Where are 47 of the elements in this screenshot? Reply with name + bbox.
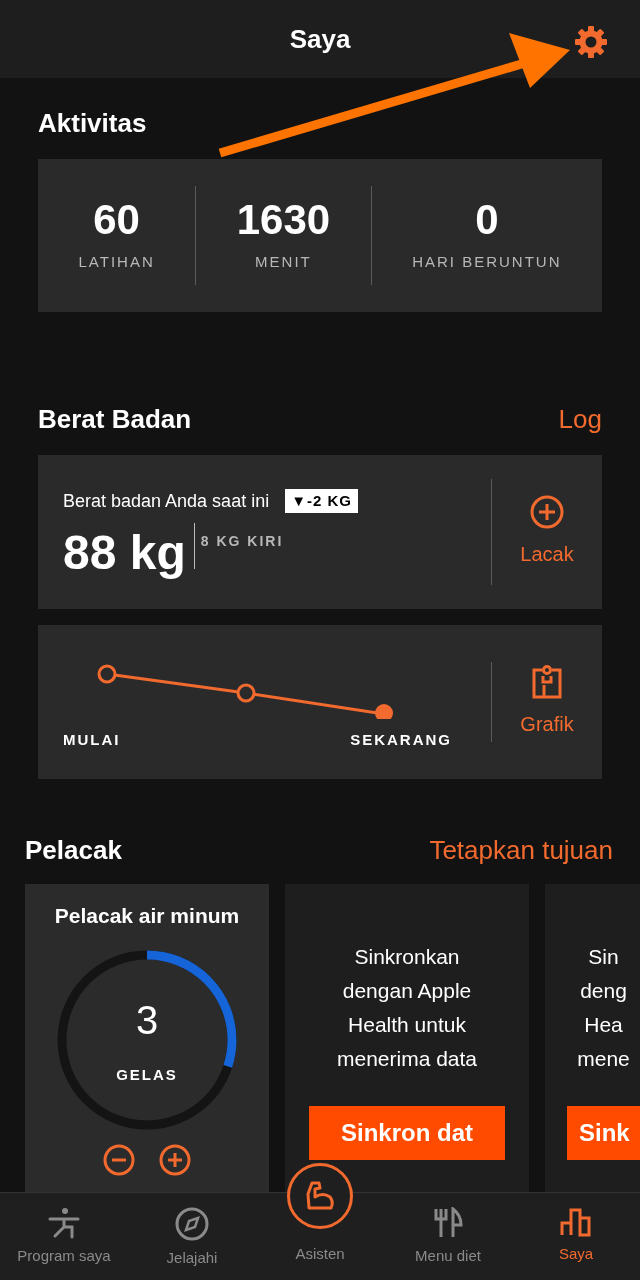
settings-icon[interactable]	[574, 25, 608, 59]
tracker-title: Pelacak air minum	[54, 903, 240, 929]
sync-text: Sinkronkan	[354, 945, 460, 968]
section-title: Aktivitas	[38, 107, 148, 140]
nav-tab[interactable]: Jelajahi	[128, 1207, 256, 1270]
glass-count: 3	[135, 1000, 159, 1041]
sync-text: Hea	[584, 1013, 623, 1036]
bar-chart-icon	[560, 1207, 592, 1237]
glass-unit: GELAS	[116, 1065, 178, 1086]
set-goal-link[interactable]: Tetapkan tujuan	[429, 831, 613, 870]
sync-text: dengan Apple	[342, 979, 472, 1002]
section-title: Pelacak	[25, 834, 122, 867]
log-link[interactable]: Log	[558, 400, 602, 439]
sync-button[interactable]: Sink	[567, 1106, 640, 1160]
sync-text: menerima data	[336, 1047, 478, 1070]
fork-knife-icon	[433, 1207, 463, 1239]
plus-circle-icon	[530, 495, 564, 529]
stat-value: 0	[474, 197, 500, 244]
nav-tab[interactable]: Asisten	[256, 1163, 384, 1266]
stat-value: 1630	[235, 197, 332, 244]
person-icon	[47, 1207, 81, 1239]
stat-label: MENIT	[254, 252, 313, 273]
weight-value: 88 kg	[63, 524, 186, 577]
sync-text: mene	[577, 1047, 630, 1070]
minus-button[interactable]	[103, 1143, 135, 1176]
start-label: MULAI	[63, 729, 121, 750]
stat-label: LATIHAN	[77, 252, 156, 273]
clipboard-icon	[532, 665, 562, 699]
plus-button[interactable]	[159, 1143, 191, 1176]
track-button[interactable]: Lacak	[492, 495, 602, 569]
nav-tab[interactable]: Saya	[512, 1207, 640, 1266]
now-label: SEKARANG	[350, 729, 452, 750]
sync-button[interactable]: Sinkron dat	[309, 1106, 505, 1160]
stat-value: 60	[92, 197, 141, 244]
stat-label: HARI BERUNTUN	[411, 252, 563, 273]
section-title: Berat Badan	[38, 403, 192, 436]
compass-icon	[175, 1207, 209, 1241]
nav-tab[interactable]: Menu diet	[384, 1207, 512, 1268]
weight-change-badge: ▼-2 KG	[285, 488, 358, 514]
weight-remaining: 8 KG KIRI	[200, 531, 284, 551]
weight-label: Berat badan Anda saat ini	[63, 489, 270, 513]
screen-title: Saya	[289, 22, 351, 56]
sync-text: deng	[580, 979, 627, 1002]
sync-text: Health untuk	[348, 1013, 466, 1036]
nav-tab[interactable]: Program saya	[0, 1207, 128, 1268]
sync-text: Sin	[588, 945, 619, 968]
chart-button[interactable]: Grafik	[492, 665, 602, 739]
